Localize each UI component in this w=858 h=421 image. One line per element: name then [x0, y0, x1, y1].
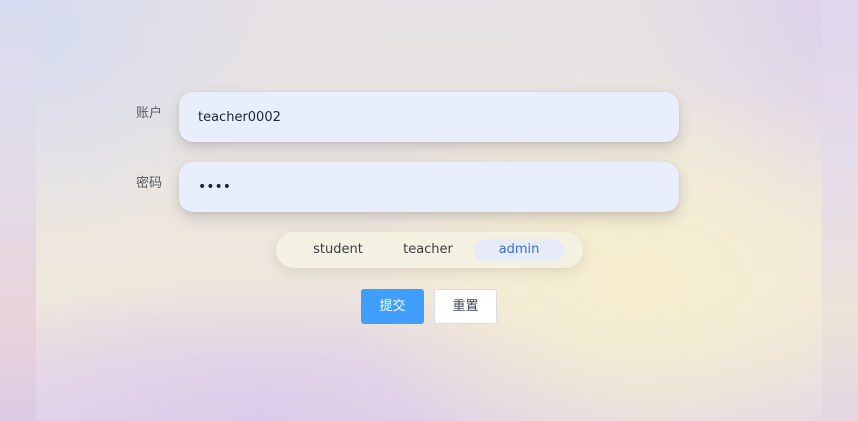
password-input[interactable]: ••••	[179, 162, 679, 212]
account-row: 账户	[0, 92, 858, 142]
password-mask: ••••	[198, 179, 232, 195]
role-option-teacher[interactable]: teacher	[388, 239, 468, 261]
submit-button[interactable]: 提交	[361, 289, 424, 324]
password-row: 密码 ••••	[0, 162, 858, 212]
account-input[interactable]	[179, 92, 679, 142]
role-switch: student teacher admin	[276, 232, 583, 268]
role-option-student[interactable]: student	[298, 239, 378, 261]
password-label: 密码	[135, 176, 162, 191]
login-page: 账户 密码 •••• student teacher admin 提交 重置	[0, 0, 858, 421]
account-label: 账户	[135, 106, 162, 121]
role-option-admin[interactable]: admin	[474, 239, 564, 261]
reset-button[interactable]: 重置	[434, 289, 497, 324]
